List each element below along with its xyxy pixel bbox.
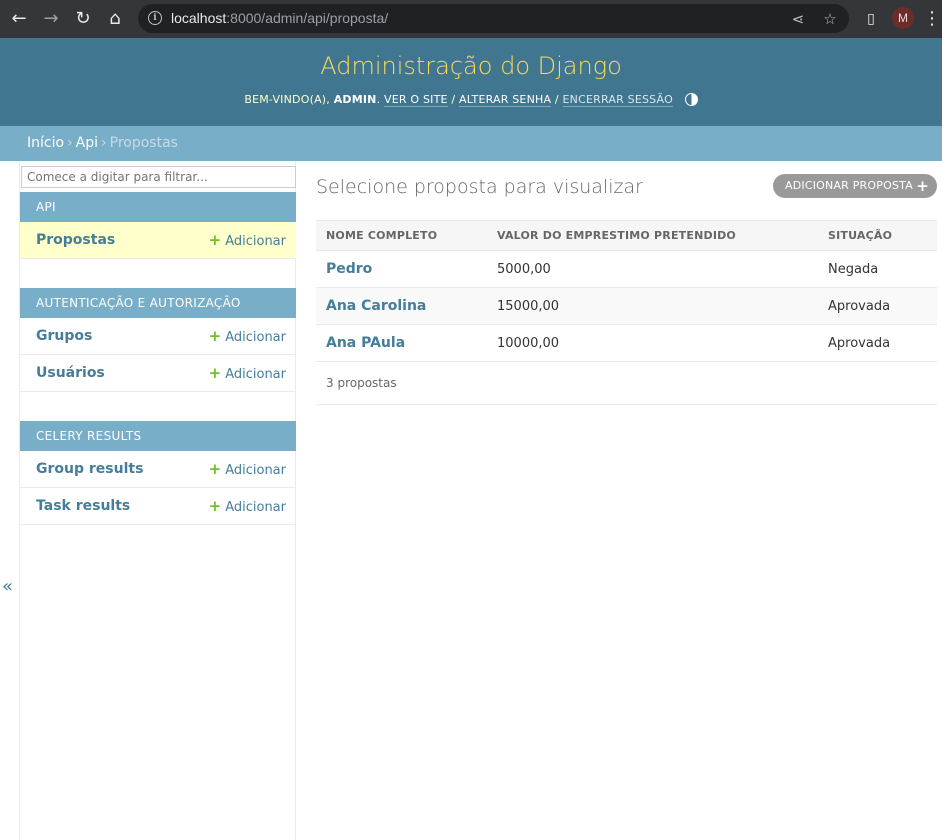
module-caption[interactable]: CELERY RESULTS [20, 421, 296, 451]
cell-value: 10000,00 [487, 324, 818, 362]
module-caption[interactable]: API [20, 192, 296, 222]
model-link[interactable]: Propostas [36, 232, 115, 248]
site-header: Administração do Django BEM-VINDO(A), AD… [0, 38, 942, 126]
cell-name: Ana PAula [316, 324, 487, 362]
column-header-situacao[interactable]: SITUAÇÃO [818, 220, 937, 251]
breadcrumb: Início › Api › Propostas [0, 126, 942, 161]
change-password-link[interactable]: ALTERAR SENHA [458, 93, 552, 107]
cell-status: Aprovada [818, 287, 937, 325]
add-link[interactable]: + Adicionar [208, 327, 286, 346]
page-title: Selecione proposta para visualizar [316, 176, 643, 198]
module-caption[interactable]: AUTENTICAÇÃO E AUTORIZAÇÃO [20, 288, 296, 318]
logout-link[interactable]: ENCERRAR SESSÃO [562, 93, 673, 107]
site-title[interactable]: Administração do Django [0, 52, 942, 80]
bookmark-star-icon[interactable]: ☆ [820, 9, 840, 29]
reload-icon[interactable]: ↻ [72, 8, 94, 30]
sidebar-item-grupos[interactable]: Grupos + Adicionar [20, 318, 296, 355]
plus-icon: + [208, 497, 222, 515]
nav-filter-input[interactable] [21, 166, 296, 188]
model-link[interactable]: Usuários [36, 365, 105, 381]
cell-value: 15000,00 [487, 287, 818, 325]
table-row: Pedro 5000,00 Negada [316, 250, 937, 288]
browser-toolbar: ← → ↻ ⌂ i localhost:8000/admin/api/propo… [0, 0, 942, 38]
cell-value: 5000,00 [487, 250, 818, 288]
welcome-text: BEM-VINDO(A), [244, 93, 330, 106]
plus-icon: + [208, 460, 222, 478]
model-link[interactable]: Group results [36, 461, 143, 477]
user-tools: BEM-VINDO(A), ADMIN. VER O SITE / ALTERA… [0, 93, 942, 107]
sidebar-item-usuarios[interactable]: Usuários + Adicionar [20, 355, 296, 392]
sidebar-item-propostas[interactable]: Propostas + Adicionar [20, 222, 296, 259]
address-bar[interactable]: i localhost:8000/admin/api/proposta/ ⋖ ☆ [138, 4, 849, 33]
back-arrow-icon[interactable]: ← [8, 8, 30, 30]
browser-menu-icon[interactable]: ⋮ [923, 8, 941, 30]
model-link[interactable]: Grupos [36, 328, 92, 344]
plus-icon: + [916, 177, 929, 195]
result-count: 3 propostas [316, 362, 937, 405]
module-celery-results: CELERY RESULTS Group results + Adicionar … [20, 421, 296, 525]
table-row: Ana PAula 10000,00 Aprovada [316, 324, 937, 362]
nav-sidebar: API Propostas +Adicionar AUTENTICAÇÃO E … [19, 161, 296, 840]
sidebar-item-task-results[interactable]: Task results + Adicionar [20, 488, 296, 525]
forward-arrow-icon[interactable]: → [40, 8, 62, 30]
theme-toggle-icon[interactable] [684, 93, 698, 106]
breadcrumb-home[interactable]: Início [27, 135, 64, 151]
username: ADMIN [333, 93, 377, 106]
view-site-link[interactable]: VER O SITE [384, 93, 448, 107]
row-link[interactable]: Pedro [326, 261, 372, 277]
plus-icon: + [208, 364, 222, 382]
results-table: NOME COMPLETO VALOR DO EMPRESTIMO PRETEN… [316, 220, 937, 405]
add-proposta-button[interactable]: ADICIONAR PROPOSTA + [773, 174, 937, 198]
model-link[interactable]: Task results [36, 498, 130, 514]
row-link[interactable]: Ana PAula [326, 335, 405, 351]
breadcrumb-separator: › [67, 135, 73, 151]
breadcrumb-separator: › [101, 135, 107, 151]
plus-icon: + [208, 231, 222, 249]
breadcrumb-current: Propostas [109, 135, 178, 151]
cell-status: Negada [818, 250, 937, 288]
info-icon[interactable]: i [148, 11, 162, 25]
add-link[interactable]: + Adicionar [208, 364, 286, 383]
plus-icon: + [208, 327, 222, 345]
row-link[interactable]: Ana Carolina [326, 298, 426, 314]
cell-name: Pedro [316, 250, 487, 288]
column-header-valor[interactable]: VALOR DO EMPRESTIMO PRETENDIDO [487, 220, 818, 251]
side-panel-icon[interactable]: ▯ [860, 8, 882, 30]
cell-status: Aprovada [818, 324, 937, 362]
cell-name: Ana Carolina [316, 287, 487, 325]
column-header-nome[interactable]: NOME COMPLETO [316, 220, 487, 251]
module-api: API Propostas + Adicionar [20, 192, 296, 259]
add-link[interactable]: + Adicionar [208, 231, 286, 250]
add-link[interactable]: + Adicionar [208, 497, 286, 516]
home-icon[interactable]: ⌂ [104, 8, 126, 30]
module-auth: AUTENTICAÇÃO E AUTORIZAÇÃO Grupos + Adici… [20, 288, 296, 392]
profile-avatar[interactable]: M [892, 7, 914, 29]
breadcrumb-app[interactable]: Api [76, 135, 98, 151]
sidebar-collapse-icon[interactable]: « [2, 576, 13, 597]
table-header-row: NOME COMPLETO VALOR DO EMPRESTIMO PRETEN… [316, 220, 937, 251]
share-icon[interactable]: ⋖ [788, 9, 808, 29]
sidebar-item-group-results[interactable]: Group results + Adicionar [20, 451, 296, 488]
table-row: Ana Carolina 15000,00 Aprovada [316, 287, 937, 325]
add-link[interactable]: + Adicionar [208, 460, 286, 479]
url-text[interactable]: localhost:8000/admin/api/proposta/ [171, 10, 388, 26]
